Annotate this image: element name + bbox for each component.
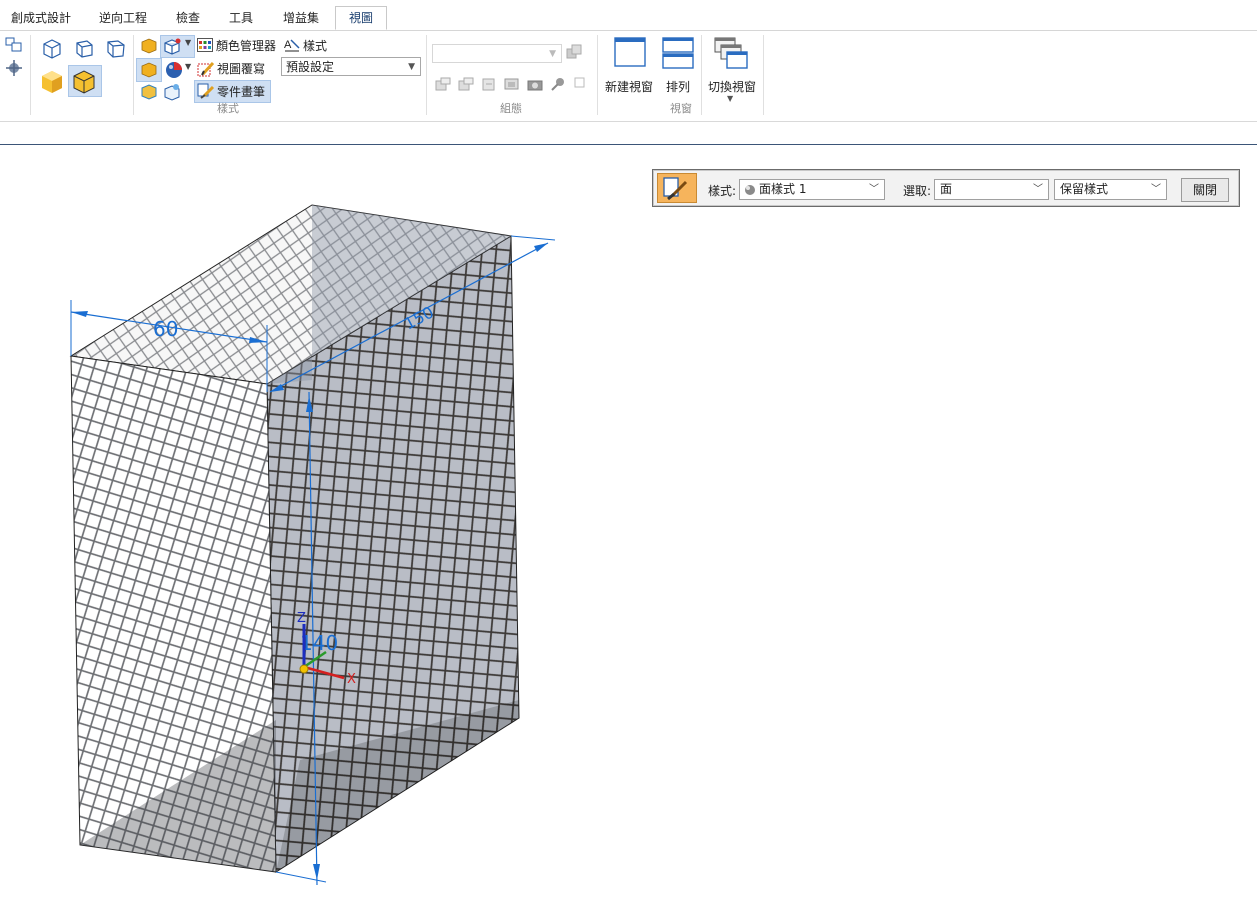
chevron-down-icon[interactable]: ▼ <box>727 94 733 103</box>
dimension-width-value: 60 <box>153 317 178 341</box>
shaded-small-icon[interactable] <box>140 37 158 55</box>
view-style-combo[interactable]: 預設設定 ▼ <box>281 57 421 76</box>
chevron-down-icon: ﹀ <box>869 184 879 195</box>
part-painter-mode-button[interactable] <box>657 173 697 203</box>
display-mode-icon[interactable] <box>163 37 183 55</box>
tab-generative-design[interactable]: 創成式設計 <box>5 7 77 29</box>
graphics-viewport[interactable]: 60 150 140 Z X <box>0 145 1257 898</box>
render-sphere-icon[interactable] <box>164 60 184 80</box>
styles-button[interactable]: 樣式 <box>303 37 327 54</box>
chevron-down-icon: ▼ <box>408 62 415 72</box>
chevron-down-icon: ﹀ <box>1033 184 1043 195</box>
select-label: 選取: <box>903 184 932 198</box>
color-manager-icon[interactable] <box>197 38 213 52</box>
style-group-label: 樣式 <box>217 102 239 115</box>
sheet-setup-icon[interactable] <box>5 37 23 53</box>
face-style-value: 面樣式 1 <box>759 182 807 196</box>
skybox-icon[interactable] <box>163 83 181 101</box>
new-window-icon[interactable] <box>614 37 646 67</box>
face-style-combo[interactable]: 面樣式 1 ﹀ <box>739 179 885 200</box>
iso-view-icon[interactable] <box>40 37 64 59</box>
configuration-group-label: 組態 <box>500 102 522 115</box>
shadow-icon[interactable] <box>140 61 158 79</box>
styles-icon[interactable]: A <box>284 37 300 53</box>
trimetric-view-icon[interactable] <box>104 37 128 59</box>
face-style-sphere-icon <box>745 185 755 195</box>
keep-style-value: 保留樣式 <box>1060 182 1109 196</box>
arrange-windows-icon[interactable] <box>662 37 694 69</box>
view-override-icon[interactable] <box>197 60 215 78</box>
color-manager-button[interactable]: 顏色管理器 <box>216 37 276 54</box>
switch-window-icon[interactable] <box>714 37 748 69</box>
tab-add-ins[interactable]: 增益集 <box>277 7 325 29</box>
switch-window-button[interactable]: 切換視窗 <box>708 78 756 95</box>
part-painter-button[interactable]: 零件畫筆 <box>217 83 265 100</box>
chevron-down-icon: ▼ <box>549 49 556 59</box>
triad-z-label: Z <box>297 611 306 626</box>
ribbon-tab-bar: 創成式設計 逆向工程 檢查 工具 增益集 視圖 <box>0 0 1257 31</box>
shaded-edges-view-icon[interactable] <box>70 67 98 95</box>
new-window-button[interactable]: 新建視窗 <box>605 78 653 95</box>
config-icon-3[interactable] <box>481 76 497 92</box>
camera-path-icon[interactable] <box>550 76 566 92</box>
tab-view[interactable]: 視圖 <box>335 6 388 30</box>
save-configuration-icon[interactable] <box>565 43 583 61</box>
ribbon-view: ▼ 顏色管理器 A 樣式 ▼ 視圖覆寫 預設設定 ▼ 零件畫筆 樣式 ▼ 組態 … <box>0 31 1257 122</box>
select-type-value: 面 <box>940 182 953 196</box>
view-style-combo-value: 預設設定 <box>286 60 335 74</box>
floor-reflection-icon[interactable] <box>140 83 158 101</box>
view-orient-icon[interactable] <box>5 59 23 77</box>
keep-style-combo[interactable]: 保留樣式 ﹀ <box>1054 179 1167 200</box>
configuration-combo[interactable]: ▼ <box>432 44 562 63</box>
select-type-combo[interactable]: 面 ﹀ <box>934 179 1049 200</box>
close-button[interactable]: 關閉 <box>1181 178 1229 202</box>
view-override-button[interactable]: 視圖覆寫 <box>217 60 265 77</box>
tab-reverse-engineering[interactable]: 逆向工程 <box>93 7 153 29</box>
shaded-view-icon[interactable] <box>38 67 66 95</box>
window-group-label: 視窗 <box>670 102 692 115</box>
dimension-height-value: 140 <box>300 631 338 655</box>
arrange-button[interactable]: 排列 <box>666 78 690 95</box>
config-icon-2[interactable] <box>458 76 474 92</box>
chevron-down-icon: ﹀ <box>1151 184 1161 195</box>
part-painter-icon[interactable] <box>197 82 215 100</box>
style-label: 樣式: <box>708 184 737 198</box>
tab-inspect[interactable]: 檢查 <box>170 7 206 29</box>
camera-icon[interactable] <box>527 76 543 92</box>
config-icon-1[interactable] <box>435 76 451 92</box>
triad-x-label: X <box>347 672 356 687</box>
config-icon-4[interactable] <box>504 76 520 92</box>
part-painter-icon <box>663 177 688 201</box>
dimetric-view-icon[interactable] <box>72 37 96 59</box>
tab-tools[interactable]: 工具 <box>223 7 259 29</box>
config-checkbox-icon[interactable] <box>573 76 587 90</box>
part-painter-command-bar: 樣式: 面樣式 1 ﹀ 選取: 面 ﹀ 保留樣式 ﹀ 關閉 <box>652 169 1240 207</box>
